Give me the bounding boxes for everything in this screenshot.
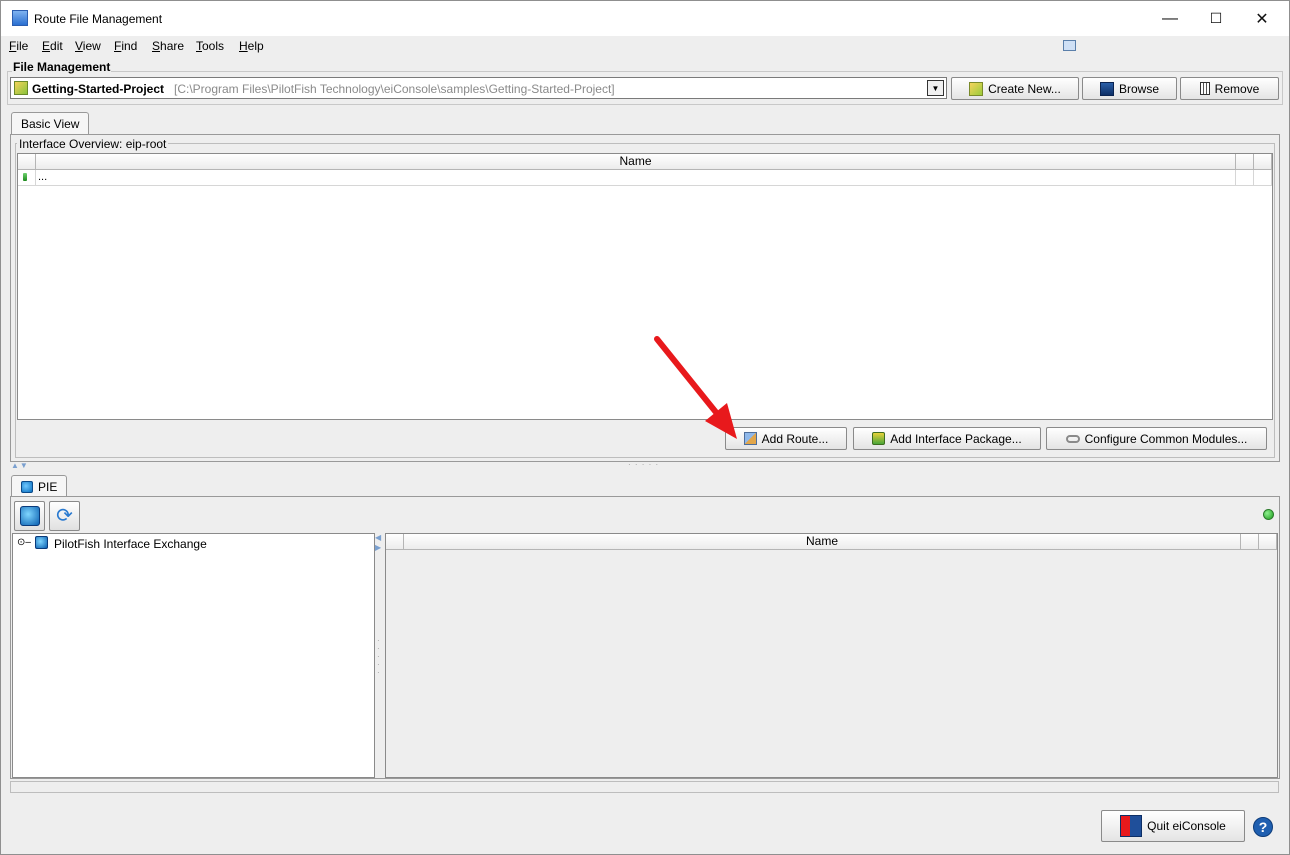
interface-overview-title: Interface Overview: eip-root bbox=[17, 137, 169, 151]
refresh-icon: ⟳ bbox=[56, 505, 73, 527]
table-header-col3 bbox=[1254, 154, 1272, 170]
pie-home-button[interactable] bbox=[14, 501, 45, 531]
app-icon bbox=[12, 10, 28, 26]
file-management-label: File Management bbox=[12, 60, 112, 74]
row-up-icon bbox=[18, 170, 36, 186]
pie-items-table[interactable]: Name bbox=[385, 533, 1278, 778]
tab-basic-view[interactable]: Basic View bbox=[11, 112, 90, 135]
tree-node-icon bbox=[35, 536, 48, 549]
table-row[interactable]: ... bbox=[36, 170, 1236, 186]
menu-share[interactable]: Share bbox=[152, 39, 184, 53]
project-path: [C:\Program Files\PilotFish Technology\e… bbox=[174, 82, 615, 96]
maximize-button[interactable]: ☐ bbox=[1193, 1, 1239, 36]
menu-find[interactable]: Find bbox=[114, 39, 137, 53]
tree-expand-icon[interactable]: ⊙– bbox=[17, 537, 31, 548]
vertical-splitter-handle[interactable]: · · · · · bbox=[377, 637, 380, 677]
trash-icon bbox=[1199, 82, 1210, 95]
pie-logo-icon bbox=[19, 506, 40, 526]
connection-status-icon bbox=[1263, 509, 1274, 520]
splitter-handle[interactable]: · · · · · bbox=[628, 460, 659, 469]
title-bar: Route File Management — ☐ ✕ bbox=[1, 1, 1289, 36]
vertical-splitter-arrows-icon[interactable]: ◀ ▶ bbox=[375, 533, 381, 553]
app-window: Route File Management — ☐ ✕ File Edit Vi… bbox=[0, 0, 1290, 855]
browse-button[interactable]: Browse bbox=[1082, 77, 1177, 100]
table-header-col2 bbox=[1241, 534, 1259, 550]
pie-tree[interactable]: ⊙– PilotFish Interface Exchange bbox=[12, 533, 375, 778]
package-icon bbox=[872, 432, 886, 445]
menu-file[interactable]: File bbox=[9, 39, 28, 53]
exit-door-icon bbox=[1120, 815, 1143, 837]
create-new-button[interactable]: Create New... bbox=[951, 77, 1079, 100]
splitter-arrows-icon[interactable]: ▲▼ bbox=[11, 461, 29, 470]
project-icon bbox=[14, 81, 28, 95]
minimize-button[interactable]: — bbox=[1147, 1, 1193, 36]
menu-tools[interactable]: Tools bbox=[196, 39, 224, 53]
menu-help[interactable]: Help bbox=[239, 39, 264, 53]
refresh-button[interactable]: ⟳ bbox=[49, 501, 80, 531]
configure-common-modules-button[interactable]: Configure Common Modules... bbox=[1046, 427, 1267, 450]
table-header-name[interactable]: Name bbox=[404, 534, 1241, 550]
pie-icon bbox=[21, 480, 33, 493]
folder-open-icon bbox=[1099, 81, 1114, 96]
window-title: Route File Management bbox=[34, 12, 163, 26]
status-bar bbox=[10, 781, 1279, 793]
project-combo[interactable]: Getting-Started-Project [C:\Program File… bbox=[10, 77, 947, 99]
close-button[interactable]: ✕ bbox=[1239, 1, 1285, 36]
project-name: Getting-Started-Project bbox=[32, 82, 165, 96]
chevron-down-icon[interactable]: ▼ bbox=[927, 80, 944, 96]
table-header-col3 bbox=[1259, 534, 1277, 550]
annotation-arrow-icon bbox=[654, 336, 737, 439]
table-header-corner bbox=[386, 534, 404, 550]
new-folder-icon bbox=[969, 81, 984, 96]
remove-button[interactable]: Remove bbox=[1180, 77, 1279, 100]
pie-panel: ⟳ ⊙– PilotFish Interface Exchange ◀ ▶ · · ·… bbox=[10, 496, 1280, 779]
add-interface-package-button[interactable]: Add Interface Package... bbox=[853, 427, 1041, 450]
quit-eiconsole-button[interactable]: Quit eiConsole bbox=[1101, 810, 1245, 842]
share-status-icon[interactable] bbox=[1063, 40, 1076, 51]
table-header-col2 bbox=[1236, 154, 1254, 170]
menu-bar: File Edit View Find Share Tools Help bbox=[1, 36, 1289, 57]
table-header-name[interactable]: Name bbox=[36, 154, 1236, 170]
menu-edit[interactable]: Edit bbox=[42, 39, 63, 53]
tab-pie[interactable]: PIE bbox=[11, 475, 68, 497]
table-cell bbox=[1236, 170, 1254, 186]
help-icon[interactable]: ? bbox=[1253, 817, 1273, 837]
tree-root-node[interactable]: PilotFish Interface Exchange bbox=[54, 537, 207, 551]
table-cell bbox=[1254, 170, 1272, 186]
link-icon bbox=[1065, 434, 1080, 443]
table-header-corner bbox=[18, 154, 36, 170]
menu-view[interactable]: View bbox=[75, 39, 101, 53]
